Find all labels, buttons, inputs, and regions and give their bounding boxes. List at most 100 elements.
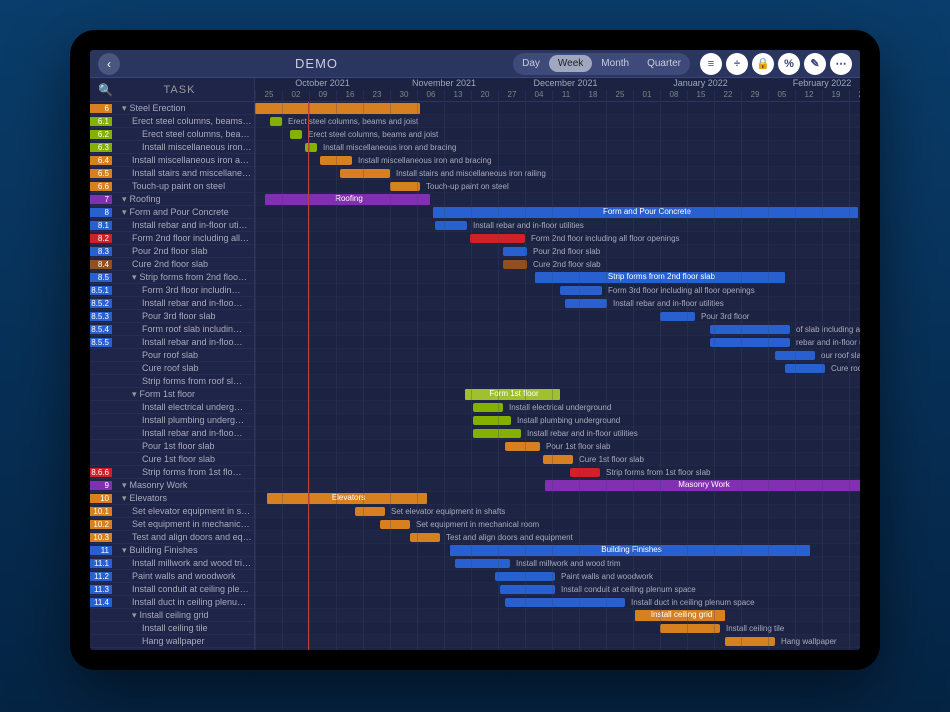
task-row[interactable]: 9Masonry Work	[90, 479, 254, 492]
gantt-row[interactable]: Install rebar and in-floor utilities	[255, 219, 860, 232]
task-row[interactable]: 10.2Set equipment in mechanic…	[90, 518, 254, 531]
gantt-row[interactable]: Strip forms from 2nd floor slab	[255, 271, 860, 284]
gantt-row[interactable]: Install miscellaneous iron and bracing	[255, 141, 860, 154]
gantt-bar[interactable]: Cure 2nd floor slab	[503, 260, 527, 269]
task-row[interactable]: Install ceiling grid	[90, 609, 254, 622]
gantt-row[interactable]: Hang wallpaper	[255, 635, 860, 648]
gantt-bar[interactable]: Install plumbing underground	[473, 416, 511, 425]
gantt-body[interactable]: Erect steel columns, beams and joist Erec…	[255, 102, 860, 650]
gantt-bar[interactable]: rebar and in-floor utilities	[710, 338, 790, 347]
gantt-bar[interactable]: Install conduit at ceiling plenum space	[500, 585, 555, 594]
task-row[interactable]: 6.5Install stairs and miscellane…	[90, 167, 254, 180]
task-row[interactable]: 6.1Erect steel columns, beams…	[90, 115, 254, 128]
gantt-bar[interactable]: Pour 3rd floor	[660, 312, 695, 321]
gantt-bar[interactable]: Install rebar and in-floor utilities	[435, 221, 467, 230]
gantt-bar[interactable]: Cure 1st floor slab	[543, 455, 573, 464]
task-row[interactable]: 8.3Pour 2nd floor slab	[90, 245, 254, 258]
split-button[interactable]: ÷	[726, 53, 748, 75]
gantt-bar[interactable]: Install millwork and wood trim	[455, 559, 510, 568]
gantt-row[interactable]: Form 1st floor	[255, 388, 860, 401]
gantt-bar[interactable]: Install ceiling tile	[660, 624, 720, 633]
gantt-bar[interactable]: Pour 1st floor slab	[505, 442, 540, 451]
gantt-row[interactable]: Install rebar and in-floor utilities	[255, 427, 860, 440]
gantt-row[interactable]: Erect steel columns, beams and joist	[255, 128, 860, 141]
task-row[interactable]: Install electrical underg…	[90, 401, 254, 414]
task-row[interactable]: 8.5.5Install rebar and in-floo…	[90, 336, 254, 349]
gantt-bar[interactable]: Set equipment in mechanical room	[380, 520, 410, 529]
gantt-bar[interactable]: Form 1st floor	[465, 389, 560, 400]
gantt-bar[interactable]: Install stairs and miscellaneous iron ra…	[340, 169, 390, 178]
task-row[interactable]: Cure roof slab	[90, 362, 254, 375]
zoom-quarter[interactable]: Quarter	[638, 55, 690, 72]
gantt-bar[interactable]: Install rebar and in-floor utilities	[565, 299, 607, 308]
gantt-bar[interactable]: Erect steel columns, beams and joist	[290, 130, 302, 139]
gantt-row[interactable]: Install duct in ceiling plenum space	[255, 596, 860, 609]
gantt-chart[interactable]: October 2021November 2021December 2021Ja…	[255, 78, 860, 650]
lock-button[interactable]: 🔒	[752, 53, 774, 75]
task-row[interactable]: 8.5.3Pour 3rd floor slab	[90, 310, 254, 323]
gantt-bar[interactable]	[255, 103, 420, 114]
task-row[interactable]: Strip forms from roof sl…	[90, 375, 254, 388]
task-row[interactable]: 11Building Finishes	[90, 544, 254, 557]
gantt-bar[interactable]: Touch-up paint on steel	[390, 182, 420, 191]
task-row[interactable]: 8.5Strip forms from 2nd floo…	[90, 271, 254, 284]
gantt-row[interactable]: Pour 1st floor slab	[255, 440, 860, 453]
gantt-bar[interactable]: Elevators	[267, 493, 427, 504]
task-list[interactable]: 6Steel Erection6.1Erect steel columns, b…	[90, 102, 254, 648]
task-row[interactable]: Pour 1st floor slab	[90, 440, 254, 453]
back-button[interactable]: ‹	[98, 53, 120, 75]
task-row[interactable]: 8.6.6Strip forms from 1st flo…	[90, 466, 254, 479]
gantt-bar[interactable]: Pour 2nd floor slab	[503, 247, 527, 256]
gantt-bar[interactable]: Roofing	[265, 194, 430, 205]
task-row[interactable]: 8.5.1Form 3rd floor includin…	[90, 284, 254, 297]
link-button[interactable]: %	[778, 53, 800, 75]
task-row[interactable]: 10Elevators	[90, 492, 254, 505]
gantt-row[interactable]: Paint walls and woodwork	[255, 570, 860, 583]
task-row[interactable]: 8.4Cure 2nd floor slab	[90, 258, 254, 271]
task-row[interactable]: Form 1st floor	[90, 388, 254, 401]
gantt-row[interactable]: of slab including all floor	[255, 323, 860, 336]
gantt-bar[interactable]: Cure roof s	[785, 364, 825, 373]
gantt-row[interactable]: Erect steel columns, beams and joist	[255, 115, 860, 128]
task-row[interactable]: 10.3Test and align doors and eq…	[90, 531, 254, 544]
task-row[interactable]: 6.3Install miscellaneous iron a…	[90, 141, 254, 154]
gantt-row[interactable]: Install stairs and miscellaneous iron ra…	[255, 167, 860, 180]
gantt-row[interactable]: Pour 2nd floor slab	[255, 245, 860, 258]
gantt-bar[interactable]: Test and align doors and equipment	[410, 533, 440, 542]
gantt-row[interactable]: Roofing	[255, 193, 860, 206]
zoom-week[interactable]: Week	[549, 55, 592, 72]
task-row[interactable]: Install plumbing underg…	[90, 414, 254, 427]
gantt-row[interactable]: Elevators	[255, 492, 860, 505]
gantt-row[interactable]: Install plumbing underground	[255, 414, 860, 427]
gantt-row[interactable]: Pour 3rd floor	[255, 310, 860, 323]
gantt-row[interactable]: Install ceiling tile	[255, 622, 860, 635]
task-row[interactable]: 8.5.2Install rebar and in-floo…	[90, 297, 254, 310]
gantt-row[interactable]: Set elevator equipment in shafts	[255, 505, 860, 518]
zoom-selector[interactable]: DayWeekMonthQuarter	[513, 53, 690, 75]
more-button[interactable]: ⋯	[830, 53, 852, 75]
gantt-row[interactable]	[255, 102, 860, 115]
gantt-bar[interactable]: Form 3rd floor including all floor openi…	[560, 286, 602, 295]
gantt-row[interactable]: Set equipment in mechanical room	[255, 518, 860, 531]
task-row[interactable]: 7Roofing	[90, 193, 254, 206]
gantt-row[interactable]: Form 2nd floor including all floor openi…	[255, 232, 860, 245]
gantt-row[interactable]: Install conduit at ceiling plenum space	[255, 583, 860, 596]
gantt-bar[interactable]: Masonry Work	[545, 480, 860, 491]
gantt-bar[interactable]: Set elevator equipment in shafts	[355, 507, 385, 516]
gantt-row[interactable]: Strip forms from 1st floor slab	[255, 466, 860, 479]
task-row[interactable]: 11.3Install conduit at ceiling ple…	[90, 583, 254, 596]
task-row[interactable]: 8.5.4Form roof slab includin…	[90, 323, 254, 336]
task-row[interactable]: 6.4Install miscellaneous iron a…	[90, 154, 254, 167]
filter-button[interactable]: ≡	[700, 53, 722, 75]
gantt-bar[interactable]: Install miscellaneous iron and bracing	[305, 143, 317, 152]
task-row[interactable]: 6.6Touch-up paint on steel	[90, 180, 254, 193]
task-row[interactable]: 8.2Form 2nd floor including all…	[90, 232, 254, 245]
task-row[interactable]: Hang wallpaper	[90, 635, 254, 648]
gantt-row[interactable]: Install ceiling grid	[255, 609, 860, 622]
gantt-row[interactable]: rebar and in-floor utilities	[255, 336, 860, 349]
gantt-bar[interactable]: of slab including all floor	[710, 325, 790, 334]
gantt-row[interactable]: Form 3rd floor including all floor openi…	[255, 284, 860, 297]
task-row[interactable]: Install ceiling tile	[90, 622, 254, 635]
task-row[interactable]: 6Steel Erection	[90, 102, 254, 115]
gantt-row[interactable]: Form and Pour Concrete	[255, 206, 860, 219]
